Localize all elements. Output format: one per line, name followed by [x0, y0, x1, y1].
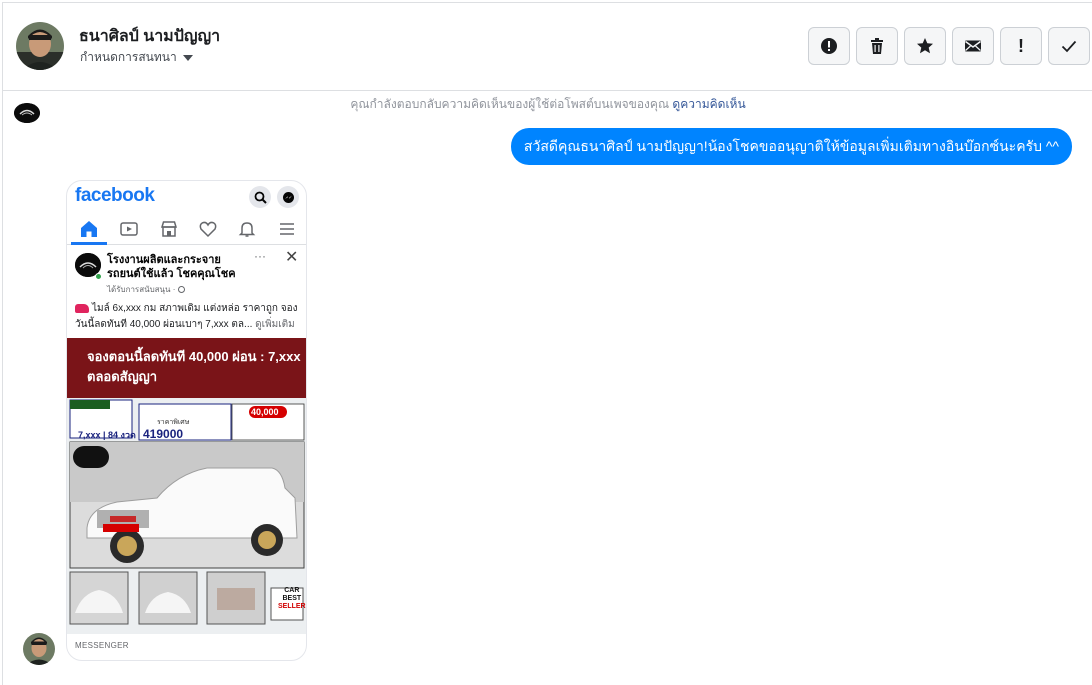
ad-monthly-payment: 7,xxx | 84 งวด [78, 430, 136, 440]
ad-banner-text: จองตอนนี้ลดทันที 40,000 ผ่อน : 7,xxx ตลอ… [87, 349, 301, 384]
assign-conversation-dropdown[interactable]: กำหนดการสนทนา [80, 48, 193, 67]
menu-icon [277, 219, 297, 239]
facebook-app-bar: facebook [67, 181, 306, 213]
sponsored-post-header: โรงงานผลิตและกระจาย รถยนต์ใช้แล้ว โชคคุณ… [67, 247, 306, 297]
marketplace-icon [159, 219, 179, 239]
close-icon: ✕ [285, 249, 299, 266]
more-options-icon: ··· [254, 249, 266, 263]
badge-line-car: CAR [284, 587, 300, 594]
globe-icon [177, 286, 185, 294]
delete-button[interactable] [856, 27, 898, 65]
mark-unread-button[interactable] [952, 27, 994, 65]
trash-icon [868, 37, 886, 55]
assign-label: กำหนดการสนทนา [80, 50, 177, 64]
view-comment-link[interactable]: ดูความคิดเห็น [672, 97, 745, 111]
messenger-footer-label: MESSENGER [75, 641, 129, 650]
ad-price: 419000 [143, 427, 184, 441]
bell-icon [237, 219, 257, 239]
search-icon [249, 186, 271, 208]
spam-button[interactable] [808, 27, 850, 65]
checkmark-icon [1060, 37, 1078, 55]
outgoing-message-bubble[interactable]: สวัสดีคุณธนาศิลป์ นามปัญญา!น้องโชคขออนุญ… [510, 128, 1072, 165]
star-button[interactable] [904, 27, 946, 65]
comment-reply-notice: คุณกำลังตอบกลับความคิดเห็นของผู้ใช้ต่อโพ… [3, 95, 1092, 114]
ad-discount: 40,000 [251, 407, 279, 417]
notice-text: คุณกำลังตอบกลับความคิดเห็นของผู้ใช้ต่อโพ… [350, 97, 670, 111]
facebook-logo: facebook [75, 185, 155, 206]
conversation-header: ธนาศิลป์ นามปัญญา กำหนดการสนทนา ! [3, 3, 1092, 91]
follow-up-button[interactable]: ! [1000, 27, 1042, 65]
post-page-name: โรงงานผลิตและกระจาย รถยนต์ใช้แล้ว โชคคุณ… [107, 254, 236, 280]
video-icon [119, 219, 139, 239]
dating-icon [198, 219, 218, 239]
online-status-dot [95, 273, 102, 280]
badge-line-seller: SELLER [278, 603, 306, 610]
star-icon [916, 37, 934, 55]
contact-name[interactable]: ธนาศิลป์ นามปัญญา [79, 24, 220, 49]
alert-circle-icon [820, 37, 838, 55]
chevron-down-icon [182, 54, 193, 61]
see-more-link: ดูเพิ่มเติม [255, 319, 295, 330]
page-avatar [14, 103, 40, 123]
inbox-conversation-panel: ธนาศิลป์ นามปัญญา กำหนดการสนทนา ! คุณกำล… [2, 2, 1092, 685]
contact-avatar[interactable] [16, 22, 64, 70]
post-caption: ไมล์ 6x,xxx กม สภาพเดิม แต่งหล่อ ราคาถูก… [75, 301, 305, 333]
contact-avatar-small[interactable] [23, 633, 55, 665]
sponsored-label: ได้รับการสนับสนุน · [107, 283, 185, 296]
conversation-toolbar: ! [808, 27, 1090, 65]
badge-line-best: BEST [282, 595, 302, 602]
exclamation-icon: ! [1018, 36, 1024, 56]
home-icon [79, 219, 99, 239]
mark-done-button[interactable] [1048, 27, 1090, 65]
car-best-seller-badge: CAR BEST SELLER [278, 587, 306, 611]
active-tab-indicator [71, 242, 107, 245]
car-emoji-icon [75, 303, 89, 313]
envelope-icon [964, 37, 982, 55]
shared-image-message[interactable]: facebook โรงงานผลิตและกระจาย รถยนต์ใช้แล… [66, 180, 307, 661]
sponsored-text: ได้รับการสนับสนุน · [107, 285, 178, 294]
messenger-icon [277, 186, 299, 208]
facebook-tab-bar [67, 215, 306, 245]
